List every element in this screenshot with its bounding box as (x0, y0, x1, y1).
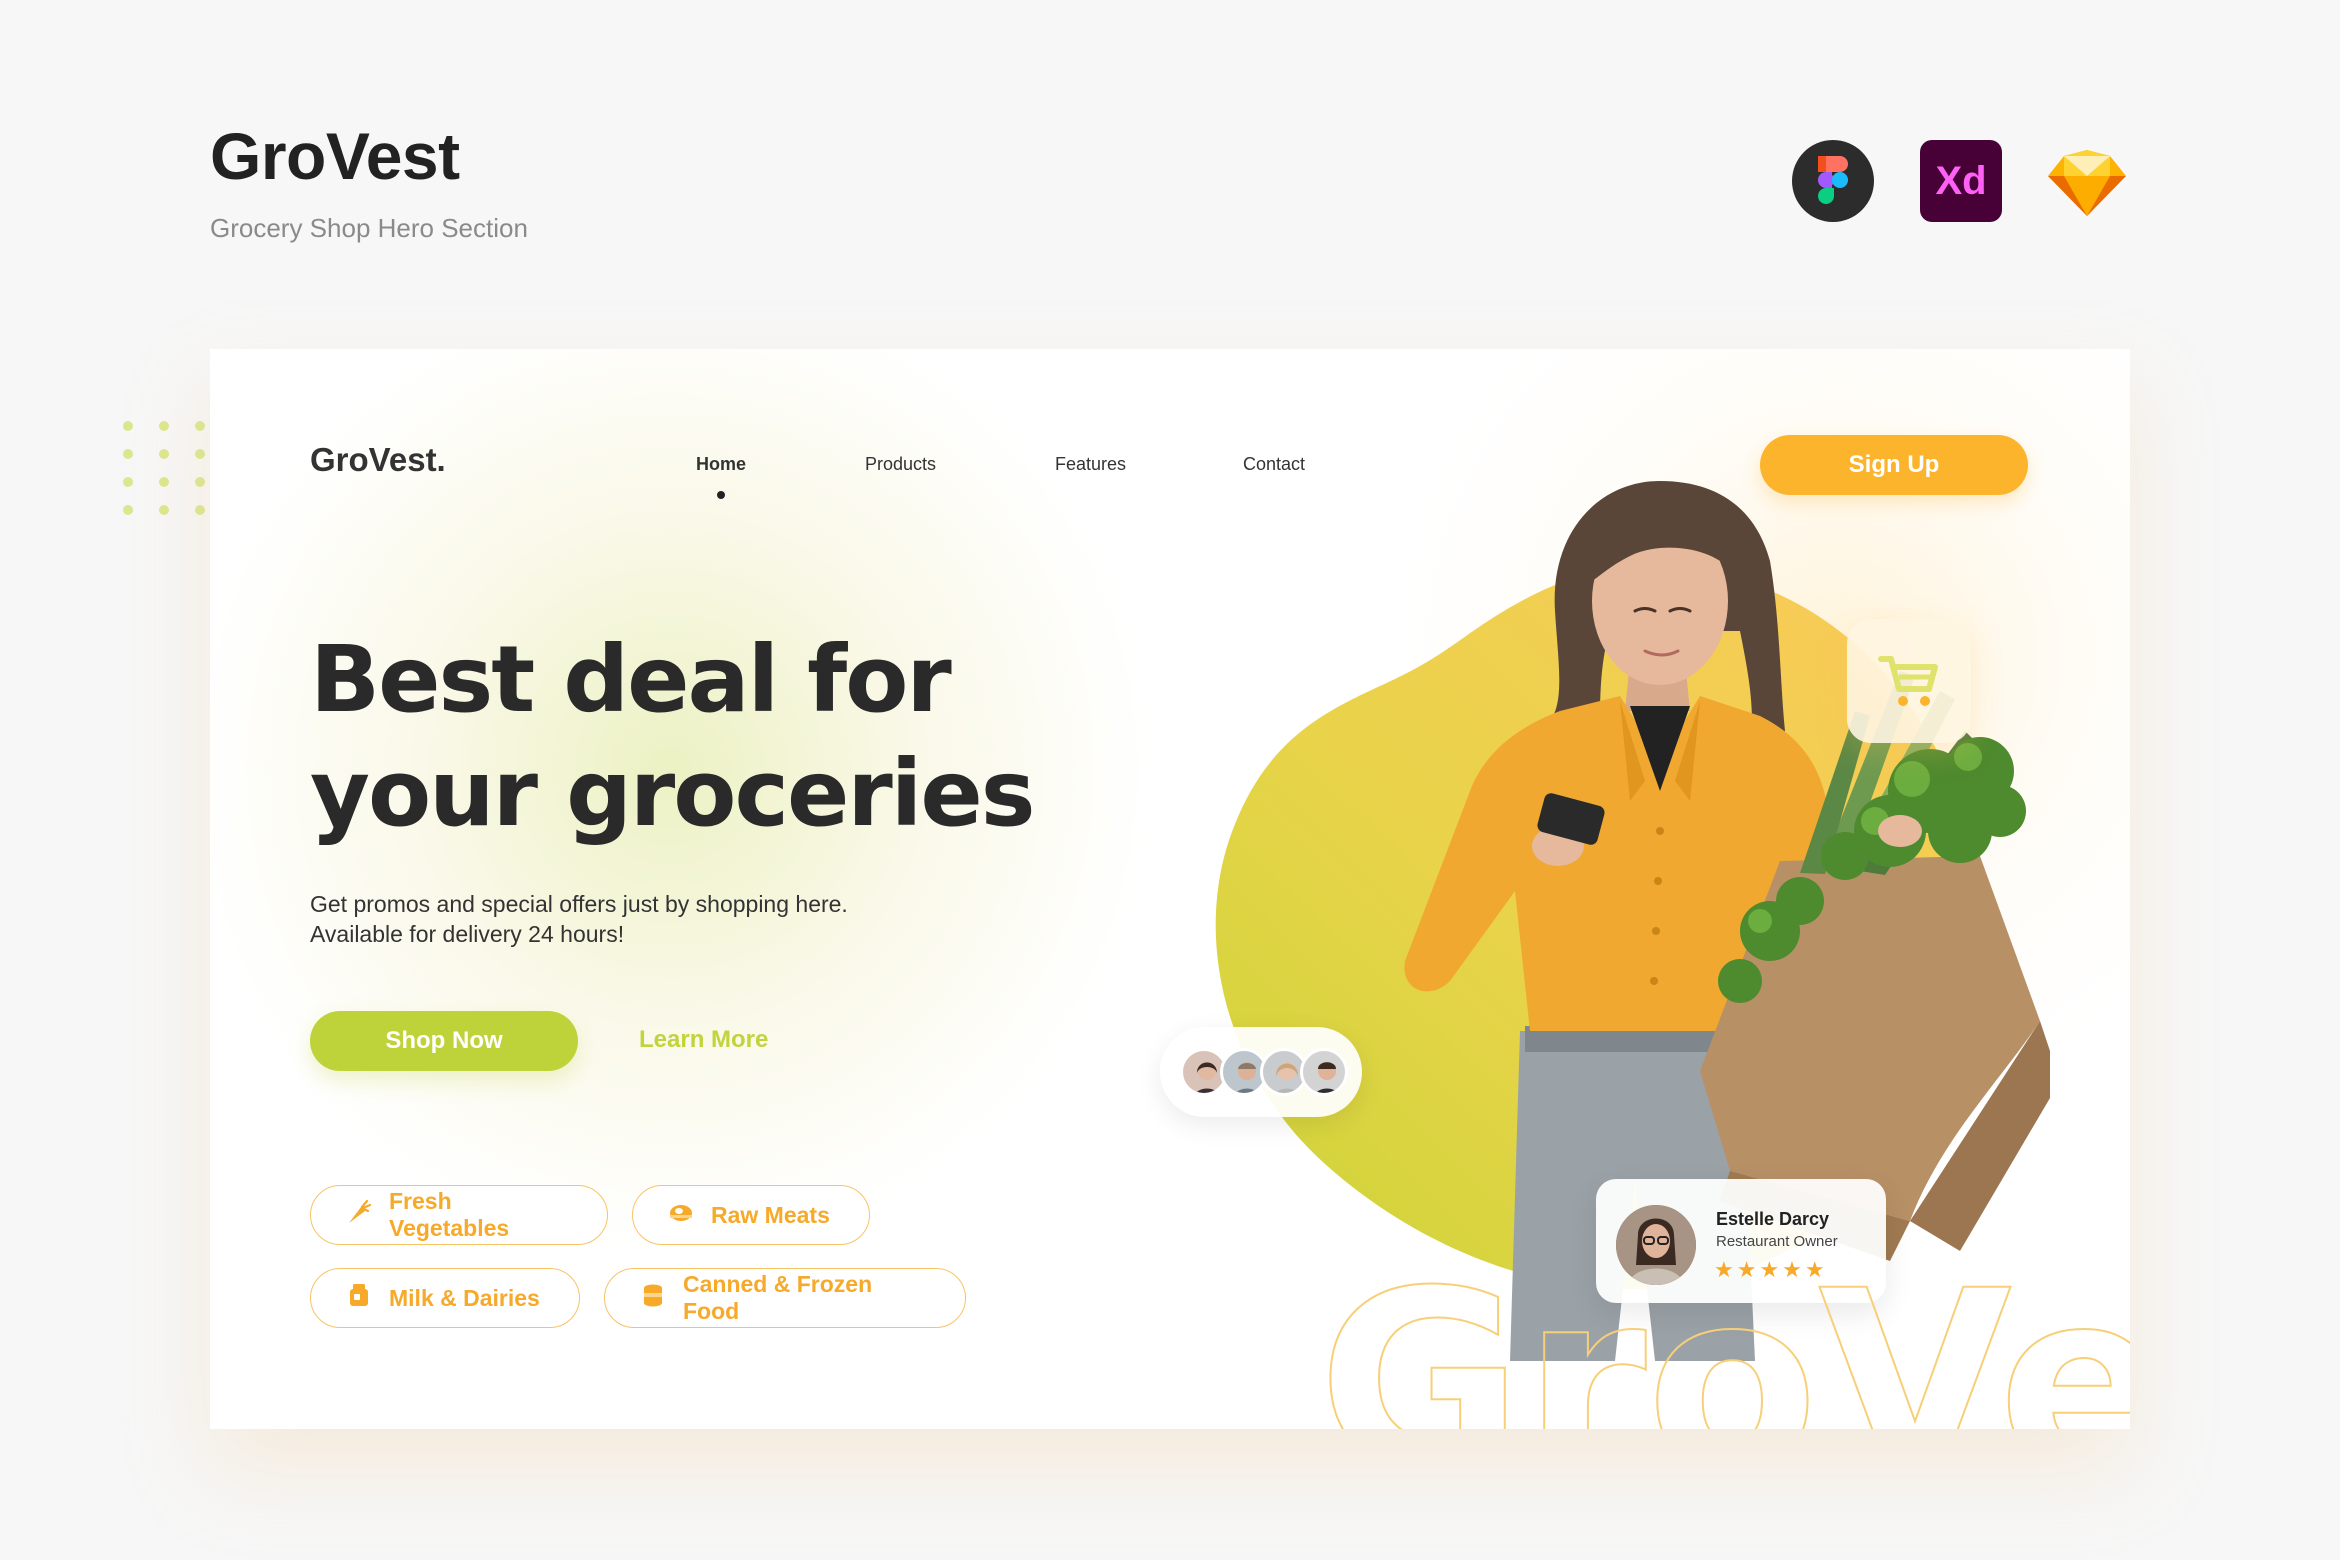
nav-contact[interactable]: Contact (1243, 454, 1305, 475)
description-line-2: Available for delivery 24 hours! (310, 921, 625, 947)
decorative-dots (123, 421, 205, 515)
category-milk-dairies[interactable]: Milk & Dairies (310, 1268, 580, 1328)
brand-watermark: GroVe (1318, 1236, 2130, 1429)
cart-tile[interactable] (1847, 619, 1971, 743)
headline-line-2: your groceries (310, 740, 1036, 847)
category-label: Milk & Dairies (389, 1284, 540, 1311)
customer-avatars-group[interactable] (1160, 1027, 1362, 1117)
category-raw-meats[interactable]: Raw Meats (632, 1185, 870, 1245)
category-fresh-vegetables[interactable]: Fresh Vegetables (310, 1185, 608, 1245)
figma-icon (1792, 140, 1874, 222)
nav-home[interactable]: Home (696, 454, 746, 475)
hero-card: GroVest. Home Products Features Contact … (210, 349, 2130, 1429)
reviewer-name: Estelle Darcy (1716, 1209, 1830, 1229)
hero-description: Get promos and special offers just by sh… (310, 889, 930, 949)
milk-icon (345, 1281, 373, 1315)
headline-line-1: Best deal for (310, 626, 952, 733)
nav-features[interactable]: Features (1055, 454, 1126, 475)
sketch-icon (2046, 140, 2128, 222)
hero-headline: Best deal for your groceries (310, 623, 1110, 851)
presentation-subtitle: Grocery Shop Hero Section (210, 213, 528, 243)
avatar (1300, 1048, 1348, 1096)
presentation-title: GroVest (210, 119, 460, 193)
watermark-text: GroVe (1318, 1237, 2130, 1429)
nav-products[interactable]: Products (865, 454, 936, 475)
carrot-icon (345, 1198, 373, 1232)
canned-food-icon (639, 1281, 667, 1315)
adobe-xd-icon: Xd (1920, 140, 2002, 222)
site-logo[interactable]: GroVest. (310, 441, 446, 479)
shopping-cart-icon (1878, 656, 1938, 706)
xd-label: Xd (1935, 159, 1986, 203)
nav-active-indicator (717, 491, 725, 499)
category-label: Canned & Frozen Food (683, 1271, 873, 1324)
category-canned-frozen-food[interactable]: Canned & Frozen Food (604, 1268, 966, 1328)
category-label: Fresh Vegetables (389, 1188, 510, 1241)
meat-icon (667, 1198, 695, 1232)
shop-now-button[interactable]: Shop Now (310, 1011, 578, 1071)
learn-more-link[interactable]: Learn More (639, 1026, 768, 1054)
category-label: Raw Meats (711, 1201, 830, 1228)
description-line-1: Get promos and special offers just by sh… (310, 891, 848, 917)
